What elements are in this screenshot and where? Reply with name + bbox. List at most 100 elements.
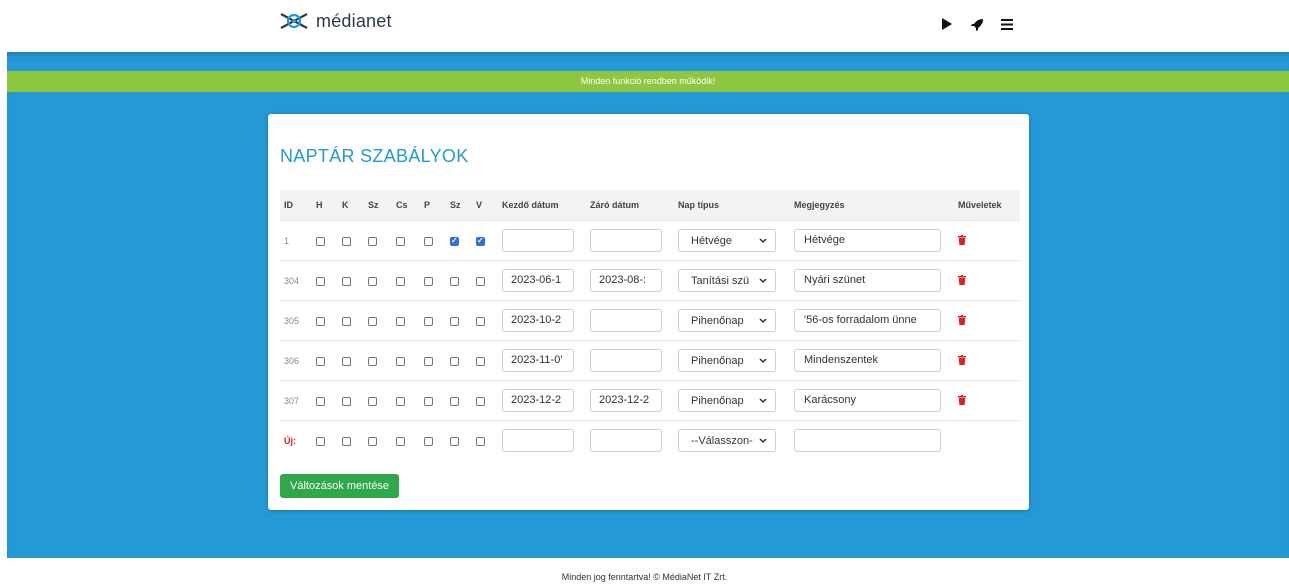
save-changes-button[interactable]: Változások mentése xyxy=(280,474,400,498)
note-input[interactable]: '56-os forradalom ünne xyxy=(794,309,941,332)
day-checkbox[interactable] xyxy=(396,356,405,366)
table-row: 306 2023-11-0' Pihenőnap Mindenszentek xyxy=(280,340,1020,381)
col-k: K xyxy=(338,190,364,221)
day-checkbox[interactable] xyxy=(476,396,485,406)
col-sz2: Sz xyxy=(446,190,472,221)
day-checkbox[interactable] xyxy=(342,356,351,366)
day-checkbox[interactable] xyxy=(476,356,485,366)
day-checkbox[interactable] xyxy=(396,396,405,406)
trash-icon[interactable] xyxy=(958,314,966,325)
start-date-input[interactable]: 2023-11-0' xyxy=(502,349,574,372)
col-actions: Műveletek xyxy=(954,190,1020,221)
row-id: 307 xyxy=(280,380,312,421)
row-id: 1 xyxy=(280,220,312,261)
day-checkbox[interactable] xyxy=(342,316,351,326)
day-type-select[interactable]: Tanítási szü xyxy=(678,269,776,292)
day-checkbox[interactable] xyxy=(368,436,377,446)
row-id: 305 xyxy=(280,300,312,341)
day-checkbox[interactable] xyxy=(396,276,405,286)
trash-icon[interactable] xyxy=(958,274,966,285)
row-id: 306 xyxy=(280,340,312,381)
play-icon[interactable] xyxy=(940,15,954,33)
day-checkbox[interactable] xyxy=(368,236,377,246)
day-checkbox[interactable] xyxy=(342,236,351,246)
day-checkbox[interactable] xyxy=(450,396,459,406)
note-input[interactable]: Karácsony xyxy=(794,389,941,412)
day-checkbox[interactable] xyxy=(476,276,485,286)
col-p: P xyxy=(420,190,446,221)
day-type-placeholder: --Válasszon- xyxy=(691,434,753,447)
day-checkbox[interactable] xyxy=(316,356,325,366)
day-type-value: Pihenőnap xyxy=(691,314,744,327)
note-input[interactable]: Nyári szünet xyxy=(794,269,941,292)
day-checkbox[interactable] xyxy=(424,276,433,286)
logo[interactable]: médianet xyxy=(278,9,392,33)
day-checkbox[interactable] xyxy=(368,396,377,406)
top-nav xyxy=(940,15,1014,33)
rocket-icon[interactable] xyxy=(970,15,984,33)
day-checkbox[interactable] xyxy=(316,276,325,286)
day-checkbox[interactable] xyxy=(450,356,459,366)
col-id: ID xyxy=(280,190,312,221)
day-checkbox[interactable] xyxy=(450,236,459,246)
col-end-date: Záró dátum xyxy=(586,190,674,221)
col-v: V xyxy=(472,190,498,221)
day-checkbox[interactable] xyxy=(396,236,405,246)
day-checkbox[interactable] xyxy=(342,396,351,406)
day-checkbox[interactable] xyxy=(450,276,459,286)
note-input[interactable]: Hétvége xyxy=(794,229,941,252)
day-checkbox[interactable] xyxy=(424,236,433,246)
day-checkbox[interactable] xyxy=(476,436,485,446)
day-checkbox[interactable] xyxy=(476,316,485,326)
day-checkbox[interactable] xyxy=(424,356,433,366)
note-input[interactable] xyxy=(794,429,941,452)
end-date-input[interactable] xyxy=(590,309,662,332)
day-type-select[interactable]: --Válasszon- xyxy=(678,429,776,452)
day-checkbox[interactable] xyxy=(316,316,325,326)
new-rule-row: Új: --Válasszon- xyxy=(280,420,1020,460)
col-start-date: Kezdő dátum xyxy=(498,190,586,221)
end-date-input[interactable] xyxy=(590,349,662,372)
day-type-value: Pihenőnap xyxy=(691,354,744,367)
start-date-input[interactable]: 2023-12-2 xyxy=(502,389,574,412)
day-checkbox[interactable] xyxy=(368,356,377,366)
day-checkbox[interactable] xyxy=(450,436,459,446)
day-checkbox[interactable] xyxy=(316,396,325,406)
end-date-input[interactable]: 2023-08-: xyxy=(590,269,662,292)
top-bar: médianet xyxy=(0,0,1289,52)
start-date-input[interactable]: 2023-10-2 xyxy=(502,309,574,332)
day-checkbox[interactable] xyxy=(396,436,405,446)
start-date-input[interactable] xyxy=(502,229,574,252)
chevron-down-icon xyxy=(759,315,767,327)
start-date-input[interactable]: 2023-06-1 xyxy=(502,269,574,292)
chevron-down-icon xyxy=(759,435,767,447)
trash-icon[interactable] xyxy=(958,354,966,365)
day-checkbox[interactable] xyxy=(396,316,405,326)
day-checkbox[interactable] xyxy=(476,236,485,246)
day-checkbox[interactable] xyxy=(424,316,433,326)
day-checkbox[interactable] xyxy=(368,276,377,286)
day-type-select[interactable]: Pihenőnap xyxy=(678,349,776,372)
start-date-input[interactable] xyxy=(502,429,574,452)
day-checkbox[interactable] xyxy=(424,396,433,406)
day-checkbox[interactable] xyxy=(316,436,325,446)
day-type-select[interactable]: Pihenőnap xyxy=(678,309,776,332)
note-input[interactable]: Mindenszentek xyxy=(794,349,941,372)
col-sz: Sz xyxy=(364,190,392,221)
day-checkbox[interactable] xyxy=(342,276,351,286)
trash-icon[interactable] xyxy=(958,234,966,245)
day-checkbox[interactable] xyxy=(316,236,325,246)
end-date-input[interactable] xyxy=(590,429,662,452)
day-checkbox[interactable] xyxy=(342,436,351,446)
table-row: 304 2023-06-1 2023-08-: Tanítási szü Nyári s… xyxy=(280,260,1020,301)
trash-icon[interactable] xyxy=(958,394,966,405)
end-date-input[interactable] xyxy=(590,229,662,252)
day-type-select[interactable]: Pihenőnap xyxy=(678,389,776,412)
day-checkbox[interactable] xyxy=(424,436,433,446)
day-checkbox[interactable] xyxy=(450,316,459,326)
end-date-input[interactable]: 2023-12-2 xyxy=(590,389,662,412)
day-checkbox[interactable] xyxy=(368,316,377,326)
new-row-label: Új: xyxy=(280,420,312,460)
menu-icon[interactable] xyxy=(1000,15,1014,33)
day-type-select[interactable]: Hétvége xyxy=(678,229,776,252)
